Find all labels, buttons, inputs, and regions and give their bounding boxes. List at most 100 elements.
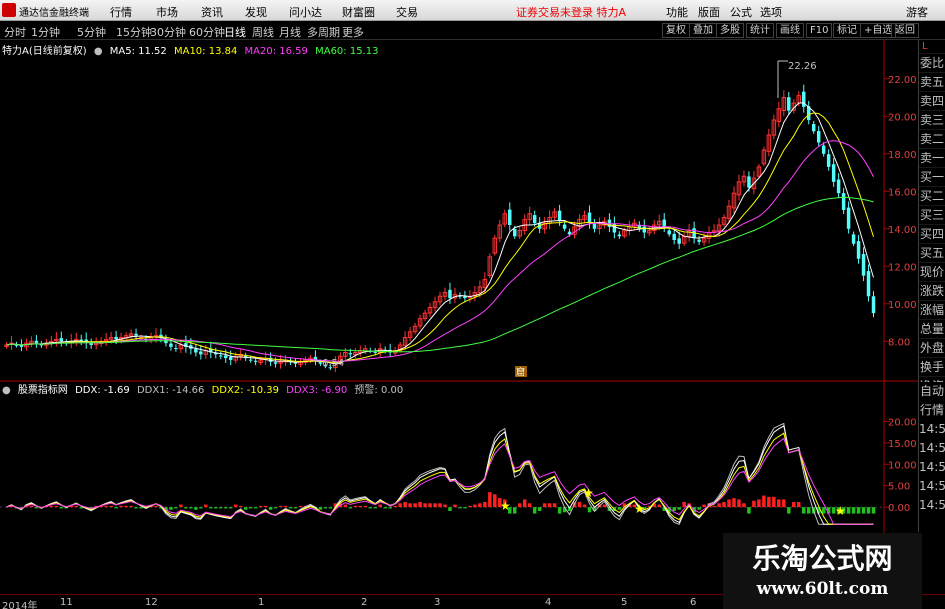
menu-item-jiaoyi[interactable]: 交易: [396, 4, 418, 20]
quote-item[interactable]: 卖一: [919, 149, 945, 168]
menu-item-zixun[interactable]: 资讯: [201, 4, 223, 20]
quote-item[interactable]: 买二: [919, 187, 945, 206]
menu-item-gongshi[interactable]: 公式: [730, 4, 752, 20]
chart-area[interactable]: ★ ★ ★ ★ 22.00 20.00 18.00 16.00 14.00 12.00 10.00…: [0, 40, 918, 594]
tick-item[interactable]: 自动: [919, 382, 945, 401]
quote-item[interactable]: 外盘: [919, 339, 945, 358]
candle-body: [134, 333, 138, 336]
period-monthly[interactable]: 月线: [279, 24, 301, 40]
menu-item-shichang[interactable]: 市场: [156, 4, 178, 20]
ddx-bar: [393, 505, 397, 508]
ddx-bar: [527, 503, 532, 508]
ddx-bar: [238, 505, 243, 508]
back-button[interactable]: 返回: [891, 23, 919, 38]
menu-item-faxian[interactable]: 发现: [245, 4, 267, 20]
candle-body: [169, 343, 173, 347]
ddx-bar: [104, 505, 108, 508]
ddx-bar: [283, 505, 288, 508]
ddx-bar: [114, 507, 118, 509]
low-annotation: 6.54: [322, 358, 344, 369]
ddx-bar: [557, 507, 562, 514]
quote-item[interactable]: 卖二: [919, 130, 945, 149]
stock-name: 特力A(日线前复权): [2, 46, 87, 57]
quote-item[interactable]: 涨跌: [919, 282, 945, 301]
candle-body: [856, 241, 861, 259]
ddx-bar: [298, 505, 303, 508]
menu-item-xuanxiang[interactable]: 选项: [760, 4, 782, 20]
quote-item[interactable]: 卖四: [919, 92, 945, 111]
period-fenshi[interactable]: 分时: [4, 24, 26, 40]
candle-body: [273, 362, 278, 364]
period-daily[interactable]: 日线: [224, 24, 246, 40]
candle-body: [228, 356, 233, 360]
candle-body: [348, 353, 353, 355]
quote-item[interactable]: 现价: [919, 263, 945, 282]
ddx-bar: [214, 507, 218, 509]
diejia-button[interactable]: 叠加: [689, 23, 717, 38]
ddx-bar: [323, 507, 328, 509]
quote-item[interactable]: 总量: [919, 320, 945, 339]
period-5min[interactable]: 5分钟: [77, 24, 106, 40]
period-toolbar: 分时 1分钟 5分钟 15分钟 30分钟 60分钟 日线 周线 月线 多周期 更…: [0, 21, 945, 40]
f10-button[interactable]: F10: [806, 23, 833, 38]
tick-item: 14:5: [919, 422, 945, 436]
period-more[interactable]: 更多: [342, 24, 364, 40]
tick-item[interactable]: 行情: [919, 401, 945, 420]
date-label: 6: [690, 597, 697, 608]
candle-body: [59, 338, 64, 342]
quote-item[interactable]: 买三: [919, 206, 945, 225]
ddx-bar: [856, 507, 861, 514]
quote-item[interactable]: 换手: [919, 358, 945, 377]
quote-item[interactable]: 委比: [919, 54, 945, 73]
menu-item-gongneng[interactable]: 功能: [666, 4, 688, 20]
price-info-line: 特力A(日线前复权) ● MA5: 11.52 MA10: 13.84 MA20…: [2, 42, 382, 57]
ddx-bar: [388, 507, 392, 509]
period-weekly[interactable]: 周线: [252, 24, 274, 40]
huaxian-button[interactable]: 画线: [776, 23, 804, 38]
menu-item-banmian[interactable]: 版面: [698, 4, 720, 20]
quote-item[interactable]: 买五: [919, 244, 945, 263]
candle-body: [89, 343, 93, 345]
biaoji-button[interactable]: 标记: [833, 23, 861, 38]
ddx-bar: [34, 507, 39, 509]
ddx-bar: [722, 502, 726, 508]
ddx-bar: [169, 507, 173, 510]
quote-item[interactable]: 卖三: [919, 111, 945, 130]
duogu-button[interactable]: 多股: [716, 23, 744, 38]
quote-item[interactable]: 涨幅: [919, 301, 945, 320]
date-label: 12: [145, 597, 158, 608]
ddx-bar: [184, 507, 188, 509]
circle-icon[interactable]: ●: [94, 46, 103, 57]
period-multi[interactable]: 多周期: [307, 24, 340, 40]
period-30min[interactable]: 30分钟: [150, 24, 186, 40]
menu-item-wenxiaoda[interactable]: 问小达: [289, 4, 322, 20]
ddx-bar: [512, 507, 517, 514]
candle-body: [821, 145, 826, 154]
quote-item[interactable]: 买四: [919, 225, 945, 244]
candle-body: [194, 348, 198, 353]
ddx-bar: [154, 505, 158, 508]
tongji-button[interactable]: 统计: [746, 23, 774, 38]
ddx-bar: [582, 504, 587, 508]
ddx-bar: [403, 502, 407, 508]
period-60min[interactable]: 60分钟: [189, 24, 225, 40]
candle-body: [557, 210, 562, 222]
candle-body: [248, 359, 253, 361]
circle-icon[interactable]: ●: [2, 385, 11, 396]
ddx-bar: [174, 507, 178, 509]
menu-item-hangqing[interactable]: 行情: [110, 4, 132, 20]
ddx-bar: [772, 496, 776, 508]
ma10-value: MA10: 13.84: [173, 46, 238, 57]
tick-item: 14:5: [919, 441, 945, 455]
period-15min[interactable]: 15分钟: [116, 24, 152, 40]
period-1min[interactable]: 1分钟: [31, 24, 60, 40]
ddx-bar: [762, 495, 766, 508]
quote-item[interactable]: 买一: [919, 168, 945, 187]
fuquan-button[interactable]: 复权: [662, 23, 690, 38]
ddx-bar: [712, 505, 716, 508]
quote-item[interactable]: 卖五: [919, 73, 945, 92]
ddx-bar: [263, 505, 268, 508]
candle-body: [787, 97, 791, 111]
menu-item-caifuquan[interactable]: 财富圈: [342, 4, 375, 20]
menu-item-youke[interactable]: 游客: [906, 4, 928, 20]
